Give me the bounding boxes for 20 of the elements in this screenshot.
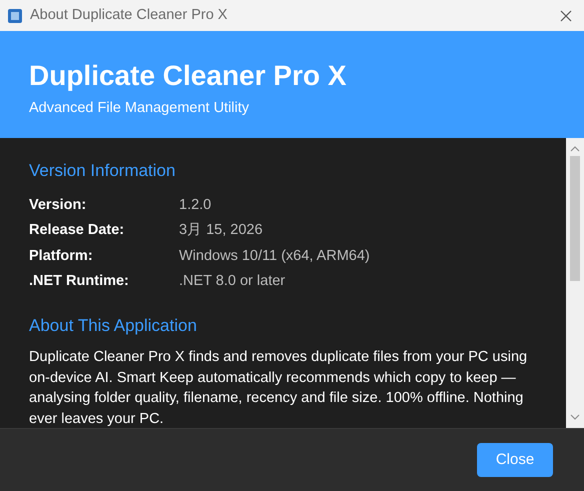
field-value: Windows 10/11 (x64, ARM64) xyxy=(179,246,370,266)
description-paragraph: Duplicate Cleaner Pro X finds and removes duplicate files from your PC using on-device AI. Smart Keep automatically recommends which copy to keep — analysing folder quality, filename, recency and file size. 100% offline. Nothing ever leaves your PC. xyxy=(29,348,528,428)
section-heading: About This Application xyxy=(29,314,198,336)
field-value: 1.2.0 xyxy=(179,196,212,214)
section-heading: Version Information xyxy=(29,160,176,182)
window-title: About Duplicate Cleaner Pro X xyxy=(30,6,228,25)
field-value: .NET 8.0 or later xyxy=(179,272,286,291)
scrollbar-thumb[interactable] xyxy=(570,156,580,281)
scroll-down-icon[interactable] xyxy=(570,414,580,420)
app-icon xyxy=(8,8,22,22)
app-subtitle: Advanced File Management Utility xyxy=(29,98,250,118)
field-label: Version: xyxy=(29,196,88,214)
field-value: 3月 15, 2026 xyxy=(179,221,263,240)
scrollbar[interactable] xyxy=(566,138,584,428)
scroll-up-icon[interactable] xyxy=(570,146,580,152)
app-title: Duplicate Cleaner Pro X xyxy=(29,61,348,92)
field-label: .NET Runtime: xyxy=(29,272,130,291)
field-label: Platform: xyxy=(29,246,94,266)
field-label: Release Date: xyxy=(29,221,126,240)
close-button[interactable]: Close xyxy=(477,443,553,477)
